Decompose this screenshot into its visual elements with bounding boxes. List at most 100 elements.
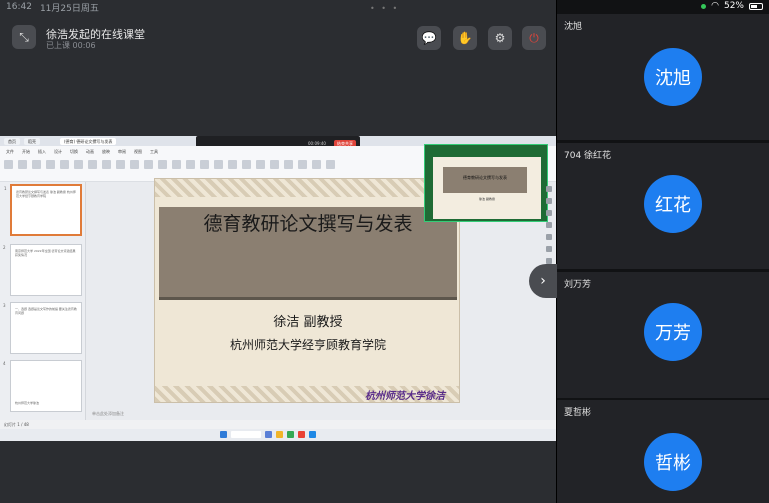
system-status-bar: 16:42 11月25日周五 • • • ◠ 52% xyxy=(0,0,769,14)
ribbon-button[interactable] xyxy=(242,160,251,169)
side-tool[interactable] xyxy=(546,186,552,192)
ribbon-button[interactable] xyxy=(214,160,223,169)
participant-panel: 沈旭 沈旭 704 徐红花 红花 刘万芳 万芳 夏哲彬 哲彬 xyxy=(557,0,769,503)
thumbnail-text: 南京师范大学 2022年全国 德育论文评选结果 获奖情况 xyxy=(15,249,76,257)
collapse-icon[interactable]: ⤡ xyxy=(12,25,36,49)
camera-indicator-icon xyxy=(701,3,707,9)
ribbon-button[interactable] xyxy=(186,160,195,169)
slide-thumbnail[interactable]: 3 一、选题 选题是论文写作的前提 要关注德育教育问题 xyxy=(3,302,82,354)
ribbon-button[interactable] xyxy=(60,160,69,169)
slide-watermark: 杭州师范大学徐洁 xyxy=(365,391,445,402)
ribbon-button[interactable] xyxy=(312,160,321,169)
preview-title: 德育教研论文撰写与发表 xyxy=(463,175,507,180)
multitask-dots-icon[interactable]: • • • xyxy=(370,4,399,13)
menu-transition[interactable]: 切换 xyxy=(70,149,78,155)
menu-view[interactable]: 视图 xyxy=(134,149,142,155)
ribbon-button[interactable] xyxy=(130,160,139,169)
avatar: 红花 xyxy=(644,175,702,233)
ribbon-button[interactable] xyxy=(74,160,83,169)
thumbnail-text: 一、选题 选题是论文写作的前提 要关注德育教育问题 xyxy=(15,307,77,315)
participant-tile[interactable]: 夏哲彬 哲彬 xyxy=(557,400,769,503)
chevron-right-icon[interactable]: › xyxy=(529,264,557,298)
preview-author: 徐洁 副教授 xyxy=(479,197,495,201)
ribbon-button[interactable] xyxy=(200,160,209,169)
side-tool[interactable] xyxy=(546,246,552,252)
ribbon-button[interactable] xyxy=(116,160,125,169)
menu-tools[interactable]: 工具 xyxy=(150,149,158,155)
tab-home[interactable]: 首页 xyxy=(4,138,20,145)
main-stage: ⤡ 徐浩发起的在线课堂 已上课 00:06 💬 ✋ ⚙ ⏻ 首页 稻壳 (德育)… xyxy=(0,0,557,503)
menu-home[interactable]: 开始 xyxy=(22,149,30,155)
wifi-icon: ◠ xyxy=(711,1,719,11)
thumbnail-number: 1 xyxy=(4,186,7,191)
preview-slide: 德育教研论文撰写与发表 徐洁 副教授 xyxy=(433,157,541,219)
menu-file[interactable]: 文件 xyxy=(6,149,14,155)
thumbnail-number: 2 xyxy=(3,245,6,250)
current-slide[interactable]: 德育教研论文撰写与发表 徐洁 副教授 杭州师范大学经亨顾教育学院 杭州师范大学徐… xyxy=(154,178,460,403)
participant-tile[interactable]: 沈旭 沈旭 xyxy=(557,14,769,140)
ribbon-button[interactable] xyxy=(158,160,167,169)
participant-tile[interactable]: 刘万芳 万芳 xyxy=(557,272,769,398)
app-icon[interactable] xyxy=(287,431,294,438)
chat-icon[interactable]: 💬 xyxy=(417,26,441,50)
slide-thumbnail[interactable]: 1 德育教研论文撰写与发表 徐洁 副教授 杭州师范大学经亨颐教育学院 xyxy=(4,184,82,236)
menu-slideshow[interactable]: 放映 xyxy=(102,149,110,155)
ribbon-button[interactable] xyxy=(144,160,153,169)
ribbon-button[interactable] xyxy=(102,160,111,169)
ribbon-button[interactable] xyxy=(298,160,307,169)
gear-icon[interactable]: ⚙ xyxy=(488,26,512,50)
ribbon-button[interactable] xyxy=(46,160,55,169)
slide-author: 徐洁 副教授 xyxy=(273,315,343,330)
notes-field[interactable]: 单击此处添加备注 xyxy=(86,408,556,420)
status-time: 16:42 xyxy=(6,2,32,12)
side-tool[interactable] xyxy=(546,210,552,216)
window-status-bar: 幻灯片 1 / 48 xyxy=(0,420,556,429)
slide-title: 德育教研论文撰写与发表 xyxy=(203,213,413,235)
side-tool[interactable] xyxy=(546,234,552,240)
participant-name: 沈旭 xyxy=(564,22,583,32)
menu-review[interactable]: 审阅 xyxy=(118,149,126,155)
ribbon-button[interactable] xyxy=(4,160,13,169)
presenter-preview[interactable]: 德育教研论文撰写与发表 徐洁 副教授 xyxy=(424,144,548,222)
status-right: ◠ 52% xyxy=(701,1,763,11)
app-icon[interactable] xyxy=(309,431,316,438)
power-icon[interactable]: ⏻ xyxy=(522,26,546,50)
ribbon-button[interactable] xyxy=(18,160,27,169)
meeting-top-bar: ⤡ 徐浩发起的在线课堂 已上课 00:06 💬 ✋ ⚙ ⏻ xyxy=(0,14,556,64)
ribbon-button[interactable] xyxy=(228,160,237,169)
side-tool[interactable] xyxy=(546,222,552,228)
ribbon-button[interactable] xyxy=(172,160,181,169)
menu-animation[interactable]: 动画 xyxy=(86,149,94,155)
tab-presentation[interactable]: (德育) 德研论文撰写与发表 xyxy=(60,138,117,145)
meeting-duration: 已上课 00:06 xyxy=(46,41,96,50)
ribbon-button[interactable] xyxy=(88,160,97,169)
taskbar-icons xyxy=(220,431,316,438)
menu-insert[interactable]: 插入 xyxy=(38,149,46,155)
ribbon-menu: 文件 开始 插入 设计 切换 动画 放映 审阅 视图 工具 xyxy=(6,149,158,155)
windows-icon[interactable] xyxy=(220,431,227,438)
slide-title-rule xyxy=(159,297,457,300)
raise-hand-icon[interactable]: ✋ xyxy=(453,26,477,50)
slide-thumbnail[interactable]: 4 杭州师范大学徐洁 xyxy=(3,360,82,412)
tab-docer[interactable]: 稻壳 xyxy=(24,138,40,145)
menu-design[interactable]: 设计 xyxy=(54,149,62,155)
participant-name: 704 徐红花 xyxy=(564,151,612,161)
ribbon-button[interactable] xyxy=(326,160,335,169)
taskbar-search[interactable] xyxy=(231,431,261,438)
avatar: 万芳 xyxy=(644,303,702,361)
app-icon[interactable] xyxy=(298,431,305,438)
app-icon[interactable] xyxy=(265,431,272,438)
ribbon-button[interactable] xyxy=(32,160,41,169)
ribbon-button[interactable] xyxy=(284,160,293,169)
status-date: 11月25日周五 xyxy=(39,3,99,14)
battery-percent: 52% xyxy=(723,1,744,11)
participant-tile[interactable]: 704 徐红花 红花 xyxy=(557,143,769,269)
folder-icon[interactable] xyxy=(276,431,283,438)
avatar: 哲彬 xyxy=(644,433,702,491)
ribbon-button[interactable] xyxy=(256,160,265,169)
ribbon-button[interactable] xyxy=(270,160,279,169)
side-tool[interactable] xyxy=(546,198,552,204)
slide-thumbnail[interactable]: 2 南京师范大学 2022年全国 德育论文评选结果 获奖情况 xyxy=(3,244,82,296)
thumbnail-text: 德育教研论文撰写与发表 徐洁 副教授 杭州师范大学经亨颐教育学院 xyxy=(16,190,76,198)
slide-institution: 杭州师范大学经亨顾教育学院 xyxy=(229,338,386,352)
